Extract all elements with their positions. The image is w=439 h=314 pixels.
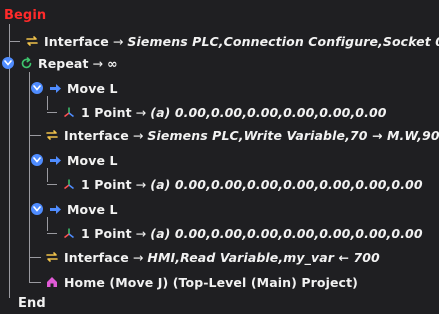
arrow-icon: →: [135, 104, 147, 120]
arrow-icon: →: [135, 176, 147, 192]
point-row[interactable]: 1 Point → (a) 0.00,0.00,0.00,0.00,0.00,0…: [47, 101, 387, 123]
point-row[interactable]: 1 Point → (a) 0.00,0.00,0.00,0.00,0.00,0…: [47, 173, 423, 195]
home-icon: [45, 275, 59, 289]
interface-icon: [45, 128, 59, 142]
home-row[interactable]: Home (Move J) (Top-Level (Main) Project): [29, 271, 358, 293]
interface-icon: [45, 250, 59, 264]
axis-icon: [62, 105, 76, 119]
interface-detail: Siemens PLC,Connection Configure,Socket …: [127, 33, 439, 49]
interface-detail: Siemens PLC,Write Variable,70 → M.W,90: [147, 127, 439, 143]
collapse-toggle-icon[interactable]: [2, 57, 14, 69]
tree-connector: [10, 40, 20, 42]
interface-row-hmi[interactable]: Interface → HMI,Read Variable,my_var ← 7…: [29, 246, 380, 268]
interface-detail: HMI,Read Variable,my_var ← 700: [147, 249, 380, 265]
axis-icon: [62, 226, 76, 240]
arrow-icon: →: [132, 249, 144, 265]
tree-connector: [47, 183, 57, 185]
collapse-toggle-icon[interactable]: [31, 154, 43, 166]
repeat-icon: [19, 56, 33, 70]
move-arrow-icon: [48, 153, 62, 167]
interface-row-write[interactable]: Interface → Siemens PLC,Write Variable,7…: [29, 124, 439, 146]
move-arrow-icon: [48, 202, 62, 216]
repeat-detail: ∞: [107, 55, 118, 71]
collapse-toggle-icon[interactable]: [31, 82, 43, 94]
interface-label: Interface: [44, 33, 109, 49]
interface-label: Interface: [64, 127, 129, 143]
interface-row-connection[interactable]: Interface → Siemens PLC,Connection Confi…: [10, 30, 439, 52]
move-arrow-icon: [48, 81, 62, 95]
move-row[interactable]: Move L: [31, 198, 118, 220]
move-row[interactable]: Move L: [31, 149, 118, 171]
move-label: Move L: [67, 152, 118, 168]
end-row[interactable]: End: [18, 292, 46, 314]
interface-icon: [25, 34, 39, 48]
move-label: Move L: [67, 201, 118, 217]
point-label: 1 Point: [81, 176, 132, 192]
arrow-icon: →: [135, 225, 147, 241]
point-detail: (a) 0.00,0.00,0.00,0.00,0.00,0.00: [150, 104, 387, 120]
collapse-toggle-icon[interactable]: [31, 203, 43, 215]
tree-connector: [29, 281, 41, 283]
move-label: Move L: [67, 80, 118, 96]
arrow-icon: →: [132, 127, 144, 143]
point-detail: (a) 0.00,0.00,0.00,0.00,0.00,0.00,0.00: [150, 225, 423, 241]
tree-connector: [47, 111, 57, 113]
begin-row[interactable]: Begin: [4, 4, 46, 26]
arrow-icon: →: [92, 55, 104, 71]
point-label: 1 Point: [81, 104, 132, 120]
point-row[interactable]: 1 Point → (a) 0.00,0.00,0.00,0.00,0.00,0…: [47, 222, 423, 244]
axis-icon: [62, 177, 76, 191]
point-detail: (a) 0.00,0.00,0.00,0.00,0.00,0.00,0.00: [150, 176, 423, 192]
move-row[interactable]: Move L: [31, 77, 118, 99]
tree-connector: [29, 256, 41, 258]
tree-connector: [47, 232, 57, 234]
repeat-row[interactable]: Repeat → ∞: [2, 52, 118, 74]
arrow-icon: →: [112, 33, 124, 49]
end-label: End: [18, 295, 46, 311]
tree-connector: [29, 134, 41, 136]
begin-label: Begin: [4, 7, 47, 23]
program-tree: Begin Interface → Siemens PLC,Connection…: [0, 0, 439, 312]
interface-label: Interface: [64, 249, 129, 265]
home-label: Home (Move J) (Top-Level (Main) Project): [64, 274, 358, 290]
repeat-label: Repeat: [38, 55, 89, 71]
point-label: 1 Point: [81, 225, 132, 241]
